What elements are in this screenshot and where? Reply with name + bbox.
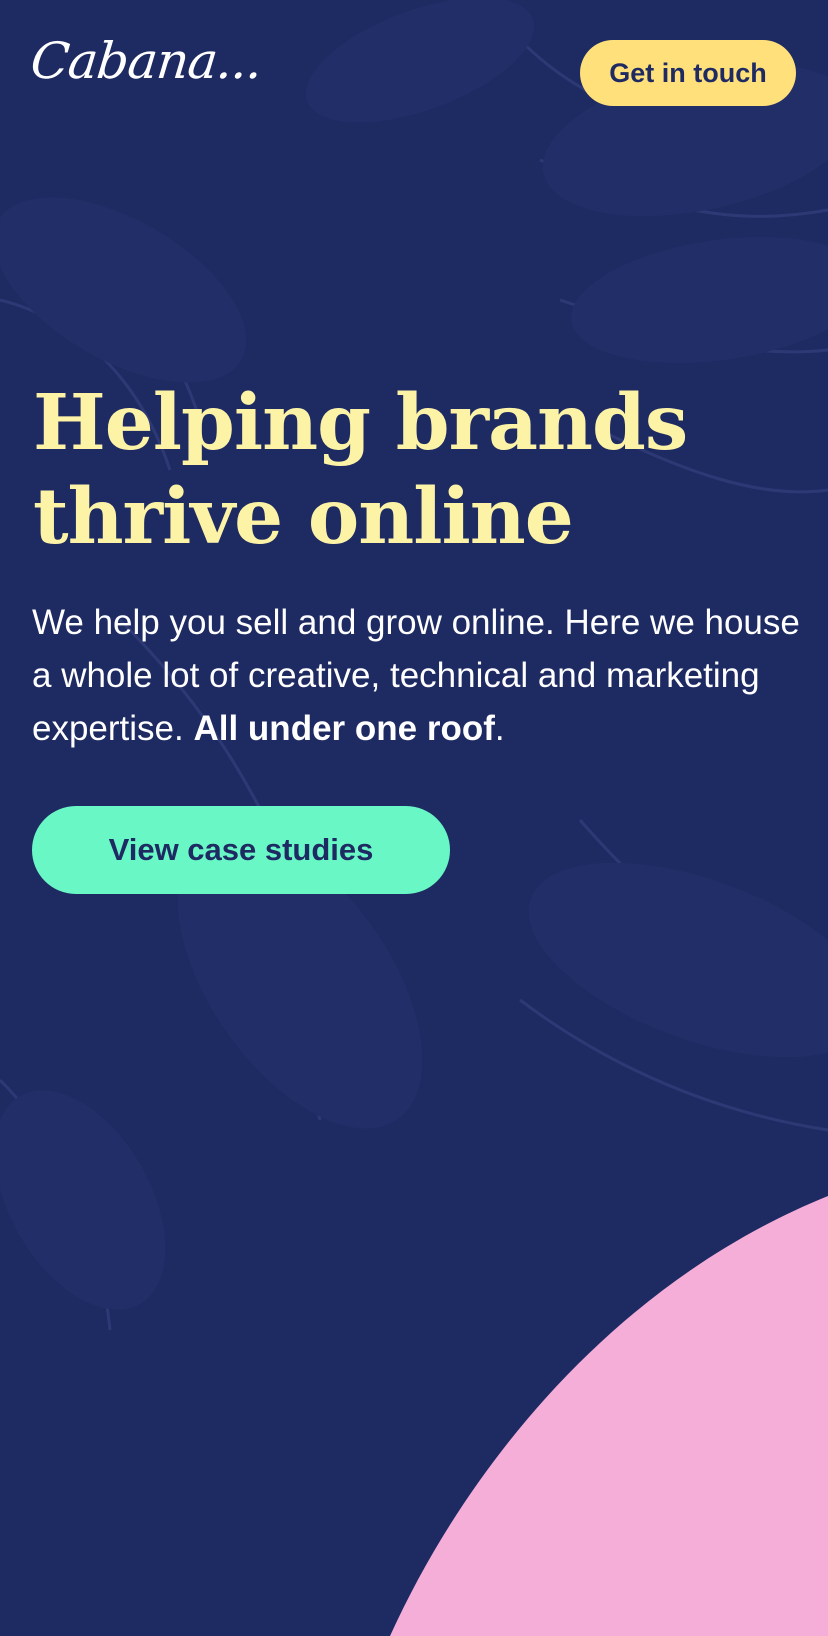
brand-logo[interactable]: Cabana...: [28, 32, 265, 90]
hero-section: Cabana... Get in touch Helping brands th…: [0, 0, 828, 1636]
hero-headline: Helping brands thrive online: [33, 376, 793, 564]
hero-description-emphasis: All under one roof: [193, 709, 495, 748]
get-in-touch-button[interactable]: Get in touch: [580, 40, 796, 106]
hero-description: We help you sell and grow online. Here w…: [32, 596, 812, 755]
hero-headline-line2: thrive online: [33, 472, 574, 562]
view-case-studies-button[interactable]: View case studies: [32, 806, 450, 894]
hero-description-tail: .: [494, 709, 505, 748]
site-header: Cabana... Get in touch: [0, 0, 828, 150]
pink-blob-path: [390, 1196, 828, 1636]
hero-headline-line1: Helping brands: [33, 378, 688, 468]
